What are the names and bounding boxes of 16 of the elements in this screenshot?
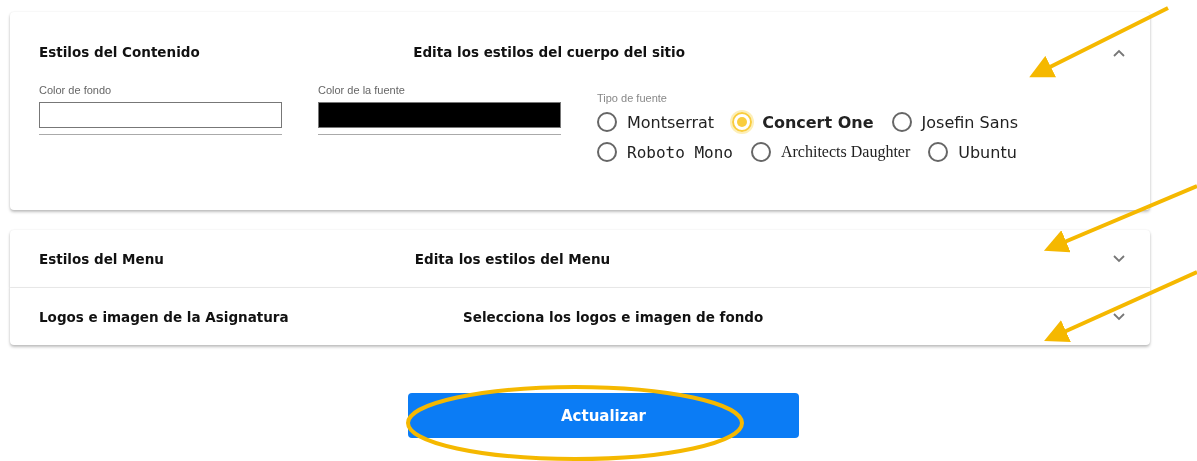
field-label: Color de la fuente — [318, 84, 406, 96]
panel-description: Edita los estilos del cuerpo del sitio — [413, 44, 686, 60]
update-button[interactable]: Actualizar — [408, 393, 799, 438]
radio-group-label: Tipo de fuente — [597, 92, 668, 104]
field-label: Color de fondo — [39, 84, 113, 96]
panel-description: Selecciona los logos e imagen de fondo — [463, 308, 765, 325]
panel-description: Edita los estilos del Menu — [414, 250, 612, 267]
panel-title[interactable]: Logos e imagen de la Asignatura — [39, 308, 463, 325]
panel-title[interactable]: Estilos del Menu — [39, 250, 415, 267]
radio-option[interactable]: Concert One — [732, 112, 874, 132]
radio-option[interactable]: Ubuntu — [928, 142, 1017, 162]
panel-title[interactable]: Estilos del Contenido — [39, 44, 414, 60]
radio-option[interactable]: Roboto Mono — [597, 142, 733, 162]
radio-option[interactable]: Josefin Sans — [891, 112, 1018, 132]
radio-option[interactable]: Architects Daughter — [750, 142, 911, 162]
radio-option[interactable]: Montserrat — [597, 112, 715, 132]
